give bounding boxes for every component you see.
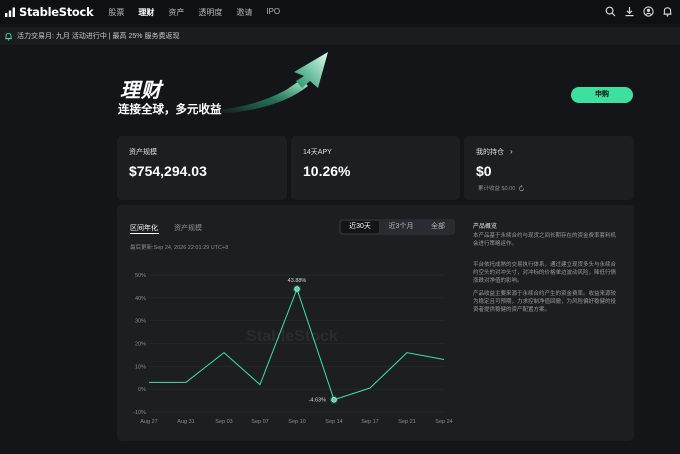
x-tick-label: Sep 03 xyxy=(215,419,232,425)
range-all[interactable]: 全部 xyxy=(423,221,453,233)
y-tick-label: 40% xyxy=(135,296,146,302)
card-apy: 14天APY 10.26% xyxy=(291,136,460,200)
top-icon-group xyxy=(598,5,674,18)
nav-item-transparency[interactable]: 透明度 xyxy=(198,7,222,18)
card-value: $0 xyxy=(476,163,492,179)
overview-paragraph: 本产品基于永续合约与现货之间长期存在的资金费率套利机会进行策略运作。 xyxy=(473,233,617,248)
nav-item-wealth[interactable]: 理财 xyxy=(138,7,154,18)
subscribe-button[interactable]: 申购 xyxy=(571,87,633,103)
range-30d[interactable]: 近30天 xyxy=(341,221,379,233)
highlight-point xyxy=(294,286,300,292)
annualized-yield-chart: StableStock 50% 40% 30% 20% 10% 0% -10% Aug 27 A… xyxy=(133,273,453,425)
card-value: 10.26% xyxy=(303,163,351,179)
performance-panel: 区间年化 资产规模 近30天 近3个月 全部 最后更新:Sep 24, 2026… xyxy=(117,205,634,441)
logo-icon xyxy=(5,7,15,17)
nav-item-stocks[interactable]: 股票 xyxy=(108,7,124,18)
overview-title: 产品概览 xyxy=(473,224,498,230)
top-nav-bar: StableStock 股票 理财 资产 透明度 邀请 IPO xyxy=(0,0,680,24)
active-tab-indicator xyxy=(130,233,159,234)
hero-arrow-icon xyxy=(218,52,328,114)
x-tick-label: Sep 21 xyxy=(398,419,415,425)
y-tick-label: 20% xyxy=(135,342,146,348)
x-tick-label: Sep 14 xyxy=(325,419,342,425)
notification-bell-icon xyxy=(5,32,12,41)
nav-item-assets[interactable]: 资产 xyxy=(168,7,184,18)
main-nav: 股票 理财 资产 透明度 邀请 IPO xyxy=(108,7,294,18)
search-icon[interactable] xyxy=(604,5,617,18)
range-3m[interactable]: 近3个月 xyxy=(381,221,421,233)
nav-item-ipo[interactable]: IPO xyxy=(266,7,280,18)
card-asset-size: 资产规模 $754,294.03 xyxy=(117,136,287,200)
y-tick-label: -10% xyxy=(133,410,146,416)
last-updated: 最后更新:Sep 24, 2026 22:01:29 UTC+8 xyxy=(130,245,229,251)
data-point xyxy=(369,387,371,389)
x-tick-label: Sep 24 xyxy=(435,419,452,425)
data-point xyxy=(223,352,225,354)
y-tick-label: 10% xyxy=(135,364,146,370)
chevron-right-icon: › xyxy=(510,147,513,156)
card-my-holdings[interactable]: 我的持仓 › $0 累计收益 $0.00 xyxy=(464,136,634,200)
data-point xyxy=(259,384,261,386)
page-subtitle: 连接全球，多元收益 xyxy=(118,104,222,116)
promo-banner[interactable]: 活力交易月: 九月 活动进行中 | 最高 25% 服务费返现 xyxy=(0,27,680,45)
overview-paragraph: 产品收益主要来源于永续合约产生的资金费率。收益来源较为稳定且可预期，力求控制净值… xyxy=(473,291,617,314)
nav-item-invite[interactable]: 邀请 xyxy=(236,7,252,18)
app-name: StableStock xyxy=(19,5,94,19)
data-point xyxy=(406,352,408,354)
x-tick-label: Sep 07 xyxy=(251,419,268,425)
y-tick-label: 30% xyxy=(135,319,146,325)
chart-watermark: StableStock xyxy=(246,328,338,345)
x-tick-label: Sep 10 xyxy=(288,419,305,425)
y-tick-label: 50% xyxy=(135,273,146,279)
tab-asset-size[interactable]: 资产规模 xyxy=(174,223,202,233)
app-logo[interactable]: StableStock xyxy=(4,5,94,19)
data-point xyxy=(148,382,150,384)
overview-paragraph: 平台依托成熟的交易执行体系，通过建立现货多头与永续合约空头的对冲头寸，对冲标的价… xyxy=(473,262,617,285)
data-point xyxy=(443,359,445,361)
card-label: 14天APY xyxy=(303,149,332,156)
x-tick-label: Aug 27 xyxy=(140,419,157,425)
card-subtext: 累计收益 $0.00 xyxy=(478,184,525,192)
account-icon[interactable] xyxy=(642,5,655,18)
data-label: -4.63% xyxy=(309,398,327,404)
bell-icon[interactable] xyxy=(661,5,674,18)
download-icon[interactable] xyxy=(623,5,636,18)
range-selector: 近30天 近3个月 全部 xyxy=(339,219,455,235)
card-value: $754,294.03 xyxy=(129,163,207,179)
refresh-icon[interactable] xyxy=(518,184,525,192)
tab-annualized[interactable]: 区间年化 xyxy=(130,223,158,233)
data-point xyxy=(185,382,187,384)
page-title: 理财 xyxy=(120,80,162,102)
x-tick-label: Sep 17 xyxy=(361,419,378,425)
card-label: 资产规模 xyxy=(129,149,157,156)
x-tick-label: Aug 31 xyxy=(177,419,194,425)
y-tick-label: 0% xyxy=(138,387,146,393)
data-label: 43.88% xyxy=(288,278,307,284)
card-label: 我的持仓 › xyxy=(476,147,513,156)
highlight-point xyxy=(331,397,337,403)
banner-text: 活力交易月: 九月 活动进行中 | 最高 25% 服务费返现 xyxy=(17,33,180,40)
